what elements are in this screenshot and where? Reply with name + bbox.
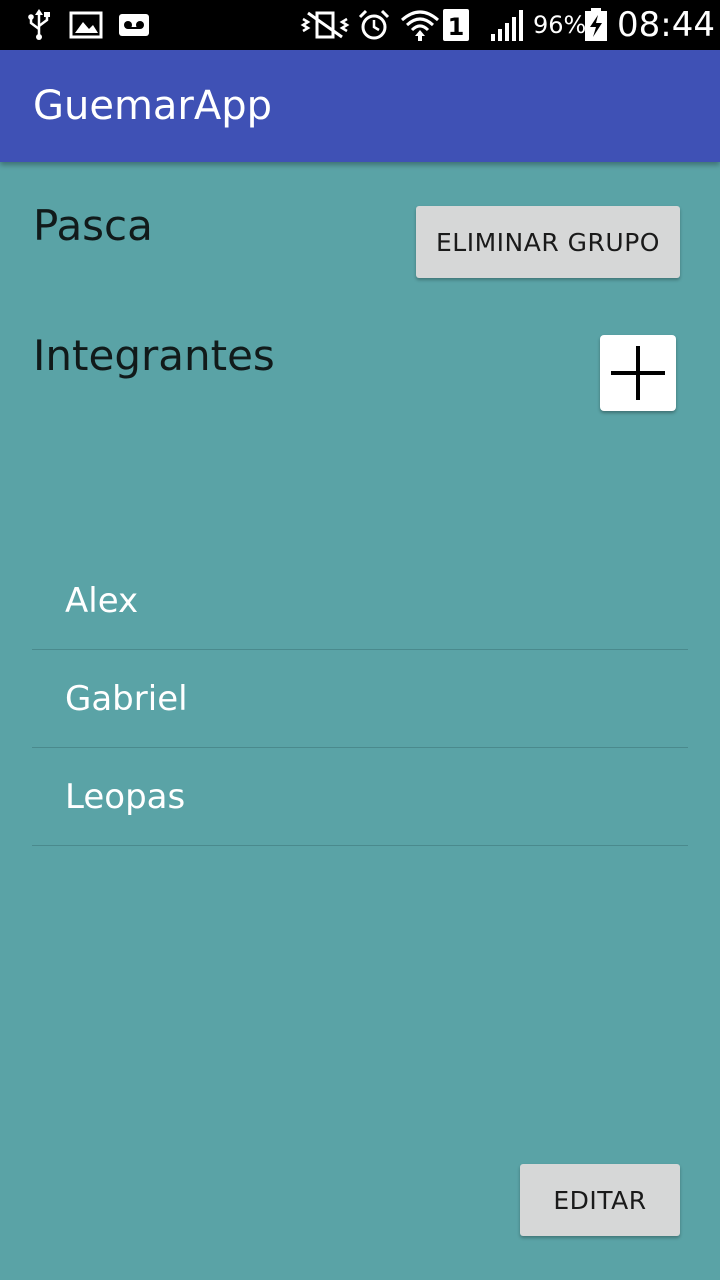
wifi-icon bbox=[400, 9, 440, 41]
member-name: Gabriel bbox=[65, 678, 188, 719]
screen: 1 96% 08:44 GuemarApp Pasca ELIMINAR GRU… bbox=[0, 0, 720, 1280]
app-title: GuemarApp bbox=[33, 83, 273, 129]
vibrate-mute-icon bbox=[300, 9, 350, 41]
members-title: Integrantes bbox=[33, 331, 275, 380]
delete-group-button[interactable]: ELIMINAR GRUPO bbox=[416, 206, 680, 278]
voicemail-icon bbox=[117, 9, 151, 41]
sim-1-icon: 1 bbox=[442, 9, 470, 41]
plus-icon bbox=[608, 343, 668, 403]
signal-icon bbox=[488, 9, 526, 41]
image-icon bbox=[69, 9, 103, 41]
list-item[interactable]: Alex bbox=[32, 552, 688, 650]
clock: 08:44 bbox=[617, 5, 715, 45]
member-name: Leopas bbox=[65, 776, 186, 817]
edit-button[interactable]: EDITAR bbox=[520, 1164, 680, 1236]
group-name: Pasca bbox=[33, 201, 153, 250]
battery-charging-icon bbox=[584, 8, 608, 41]
list-item[interactable]: Leopas bbox=[32, 748, 688, 846]
alarm-icon bbox=[358, 9, 390, 41]
app-bar: GuemarApp bbox=[0, 50, 720, 162]
usb-icon bbox=[24, 9, 54, 41]
status-bar: 1 96% 08:44 bbox=[0, 0, 720, 50]
battery-percent: 96% bbox=[533, 11, 587, 39]
add-member-button[interactable] bbox=[600, 335, 676, 411]
sim-slot-number: 1 bbox=[448, 13, 465, 41]
member-list: Alex Gabriel Leopas bbox=[32, 552, 688, 846]
member-name: Alex bbox=[65, 580, 139, 621]
list-item[interactable]: Gabriel bbox=[32, 650, 688, 748]
